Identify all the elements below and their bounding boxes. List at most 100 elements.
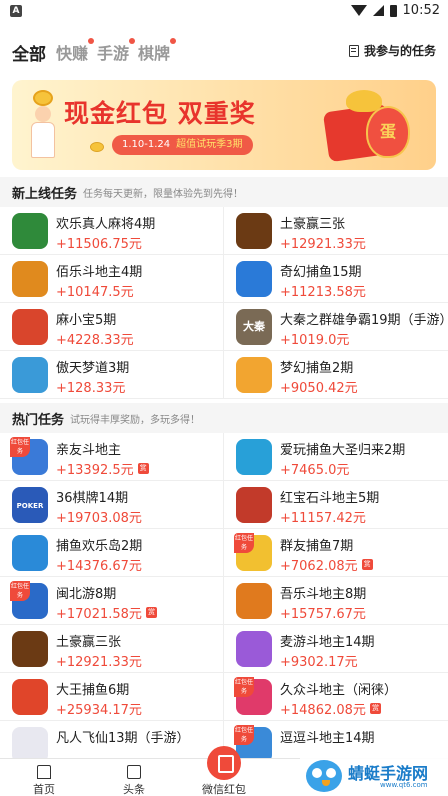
reward-amount: +25934.17元 <box>56 703 142 718</box>
task-item[interactable]: 土豪赢三张 +12921.33元 <box>0 625 224 673</box>
red-packet-corner-badge: 红包任务 <box>234 533 254 553</box>
status-time: 10:52 <box>402 3 440 18</box>
reward-amount: +12921.33元 <box>280 237 366 252</box>
task-item[interactable]: 红宝石斗地主5期 +11157.42元 <box>224 481 448 529</box>
task-reward: +19703.08元 <box>56 507 142 526</box>
my-tasks-link[interactable]: 我参与的任务 <box>348 42 436 59</box>
watermark-url: www.qt6.com <box>380 781 428 789</box>
game-icon <box>236 261 272 297</box>
task-name: 闽北游8期 <box>56 587 117 602</box>
task-name: 36棋牌14期 <box>56 491 129 506</box>
reward-amount: +14862.08元 <box>280 703 366 718</box>
task-reward: +13392.5元赏 <box>56 459 149 478</box>
task-reward: +1019.0元 <box>280 329 349 348</box>
tab-quick-earn[interactable]: 快赚 <box>56 38 95 64</box>
promo-banner[interactable]: 现金红包 双重奖 1.10-1.24 超值试玩季3期 蛋 <box>12 80 436 170</box>
task-reward: +7062.08元赏 <box>280 555 373 574</box>
section-title: 热门任务 <box>12 412 65 428</box>
new-dot <box>170 38 177 44</box>
task-item[interactable]: 吾乐斗地主8期 +15757.67元 <box>224 577 448 625</box>
reward-amount: +7465.0元 <box>280 463 350 478</box>
red-packet-corner-badge: 红包任务 <box>10 437 30 457</box>
task-name: 凡人飞仙13期（手游） <box>56 731 190 746</box>
category-tabs: 全部 快赚 手游 棋牌 我参与的任务 <box>0 36 448 66</box>
task-item[interactable]: 红包任务 亲友斗地主 +13392.5元赏 <box>0 433 224 481</box>
game-icon: 红包任务 <box>234 533 272 571</box>
task-name: 土豪赢三张 <box>56 635 122 650</box>
task-name: 爱玩捕鱼大圣归来2期 <box>280 443 406 458</box>
reward-amount: +9050.42元 <box>280 381 358 396</box>
task-name: 捕鱼欢乐岛2期 <box>56 539 143 554</box>
task-reward: +11157.42元 <box>280 507 366 526</box>
reward-amount: +13392.5元 <box>56 463 134 478</box>
task-name: 麻小宝5期 <box>56 313 117 328</box>
task-item[interactable]: 麻小宝5期 +4228.33元 <box>0 303 224 351</box>
banner-highlight: 超值试玩季3期 <box>176 139 243 150</box>
tab-all[interactable]: 全部 <box>12 40 46 65</box>
task-name: 群友捕鱼7期 <box>280 539 354 554</box>
task-item[interactable]: 捕鱼欢乐岛2期 +14376.67元 <box>0 529 224 577</box>
task-name: 吾乐斗地主8期 <box>280 587 367 602</box>
my-tasks-label: 我参与的任务 <box>363 44 436 58</box>
red-packet-corner-badge: 红包任务 <box>234 677 254 697</box>
task-reward: +25934.17元 <box>56 699 142 718</box>
nav-home[interactable]: 首页 <box>14 765 74 796</box>
banner-title: 现金红包 双重奖 <box>64 99 256 128</box>
game-icon <box>12 309 48 345</box>
task-reward: +7465.0元 <box>280 459 349 478</box>
reward-amount: +11213.58元 <box>280 285 366 300</box>
task-name: 久众斗地主（闲徕） <box>280 683 398 698</box>
task-name: 亲友斗地主 <box>56 443 122 458</box>
task-reward: +128.33元 <box>56 377 125 396</box>
task-item[interactable]: 爱玩捕鱼大圣归来2期 +7465.0元 <box>224 433 448 481</box>
task-reward: +14376.67元 <box>56 555 142 574</box>
task-item[interactable]: 梦幻捕鱼2期 +9050.42元 <box>224 351 448 399</box>
egg-label: 蛋 <box>366 106 410 158</box>
tab-mobile-games[interactable]: 手游 <box>97 38 136 64</box>
task-item[interactable]: 麦游斗地主14期 +9302.17元 <box>224 625 448 673</box>
game-icon: 红包任务 <box>10 581 48 619</box>
banner-date-pill: 1.10-1.24 超值试玩季3期 <box>112 135 253 155</box>
red-packet-corner-badge: 红包任务 <box>10 581 30 601</box>
task-item[interactable]: 傲天梦道3期 +128.33元 <box>0 351 224 399</box>
task-name: 欢乐真人麻将4期 <box>56 217 156 232</box>
task-item[interactable]: 红包任务 群友捕鱼7期 +7062.08元赏 <box>224 529 448 577</box>
status-bar: A 10:52 <box>0 0 448 22</box>
task-item[interactable]: 红包任务 闽北游8期 +17021.58元赏 <box>0 577 224 625</box>
reward-amount: +12921.33元 <box>56 655 142 670</box>
red-envelope-image: 蛋 <box>322 90 416 163</box>
game-icon <box>12 535 48 571</box>
task-name: 麦游斗地主14期 <box>280 635 375 650</box>
new-dot <box>88 38 95 44</box>
tab-chess-cards[interactable]: 棋牌 <box>138 38 177 64</box>
task-item[interactable]: 红包任务 久众斗地主（闲徕） +14862.08元赏 <box>224 673 448 721</box>
nav-label: 首页 <box>33 783 55 796</box>
game-icon-text: 大秦 <box>243 320 265 333</box>
task-item[interactable]: 大王捕鱼6期 +25934.17元 <box>0 673 224 721</box>
new-tasks-header: 新上线任务 任务每天更新，限量体验先到先得！ <box>0 177 448 207</box>
app-notification-icon: A <box>10 5 22 17</box>
task-item[interactable]: 佰乐斗地主4期 +10147.5元 <box>0 255 224 303</box>
task-item[interactable]: 欢乐真人麻将4期 +11506.75元 <box>0 207 224 255</box>
nav-label: 微信红包 <box>202 783 246 796</box>
reward-amount: +9302.17元 <box>280 655 358 670</box>
new-dot <box>129 38 136 44</box>
task-item[interactable]: 大秦 大秦之群雄争霸19期（手游） +1019.0元 <box>224 303 448 351</box>
cheering-person-image <box>28 90 58 160</box>
task-item[interactable]: POKER 36棋牌14期 +19703.08元 <box>0 481 224 529</box>
red-envelope-button[interactable] <box>207 746 241 780</box>
task-item[interactable]: 土豪赢三张 +12921.33元 <box>224 207 448 255</box>
reward-tag-icon: 赏 <box>369 703 381 714</box>
task-item[interactable]: 奇幻捕鱼15期 +11213.58元 <box>224 255 448 303</box>
tab-label: 棋牌 <box>138 44 171 63</box>
new-tasks-grid: 欢乐真人麻将4期 +11506.75元 土豪赢三张 +12921.33元佰乐斗地主4期… <box>0 207 448 399</box>
game-icon <box>236 439 272 475</box>
wifi-icon <box>350 5 367 16</box>
nav-news[interactable]: 头条 <box>104 765 164 796</box>
task-reward: +10147.5元 <box>56 281 134 300</box>
banner-date: 1.10-1.24 <box>122 139 171 150</box>
task-name: 奇幻捕鱼15期 <box>280 265 362 280</box>
task-name: 土豪赢三张 <box>280 217 346 232</box>
reward-amount: +128.33元 <box>56 381 126 396</box>
site-watermark: 蜻蜓手游网 www.qt6.com <box>300 756 448 796</box>
